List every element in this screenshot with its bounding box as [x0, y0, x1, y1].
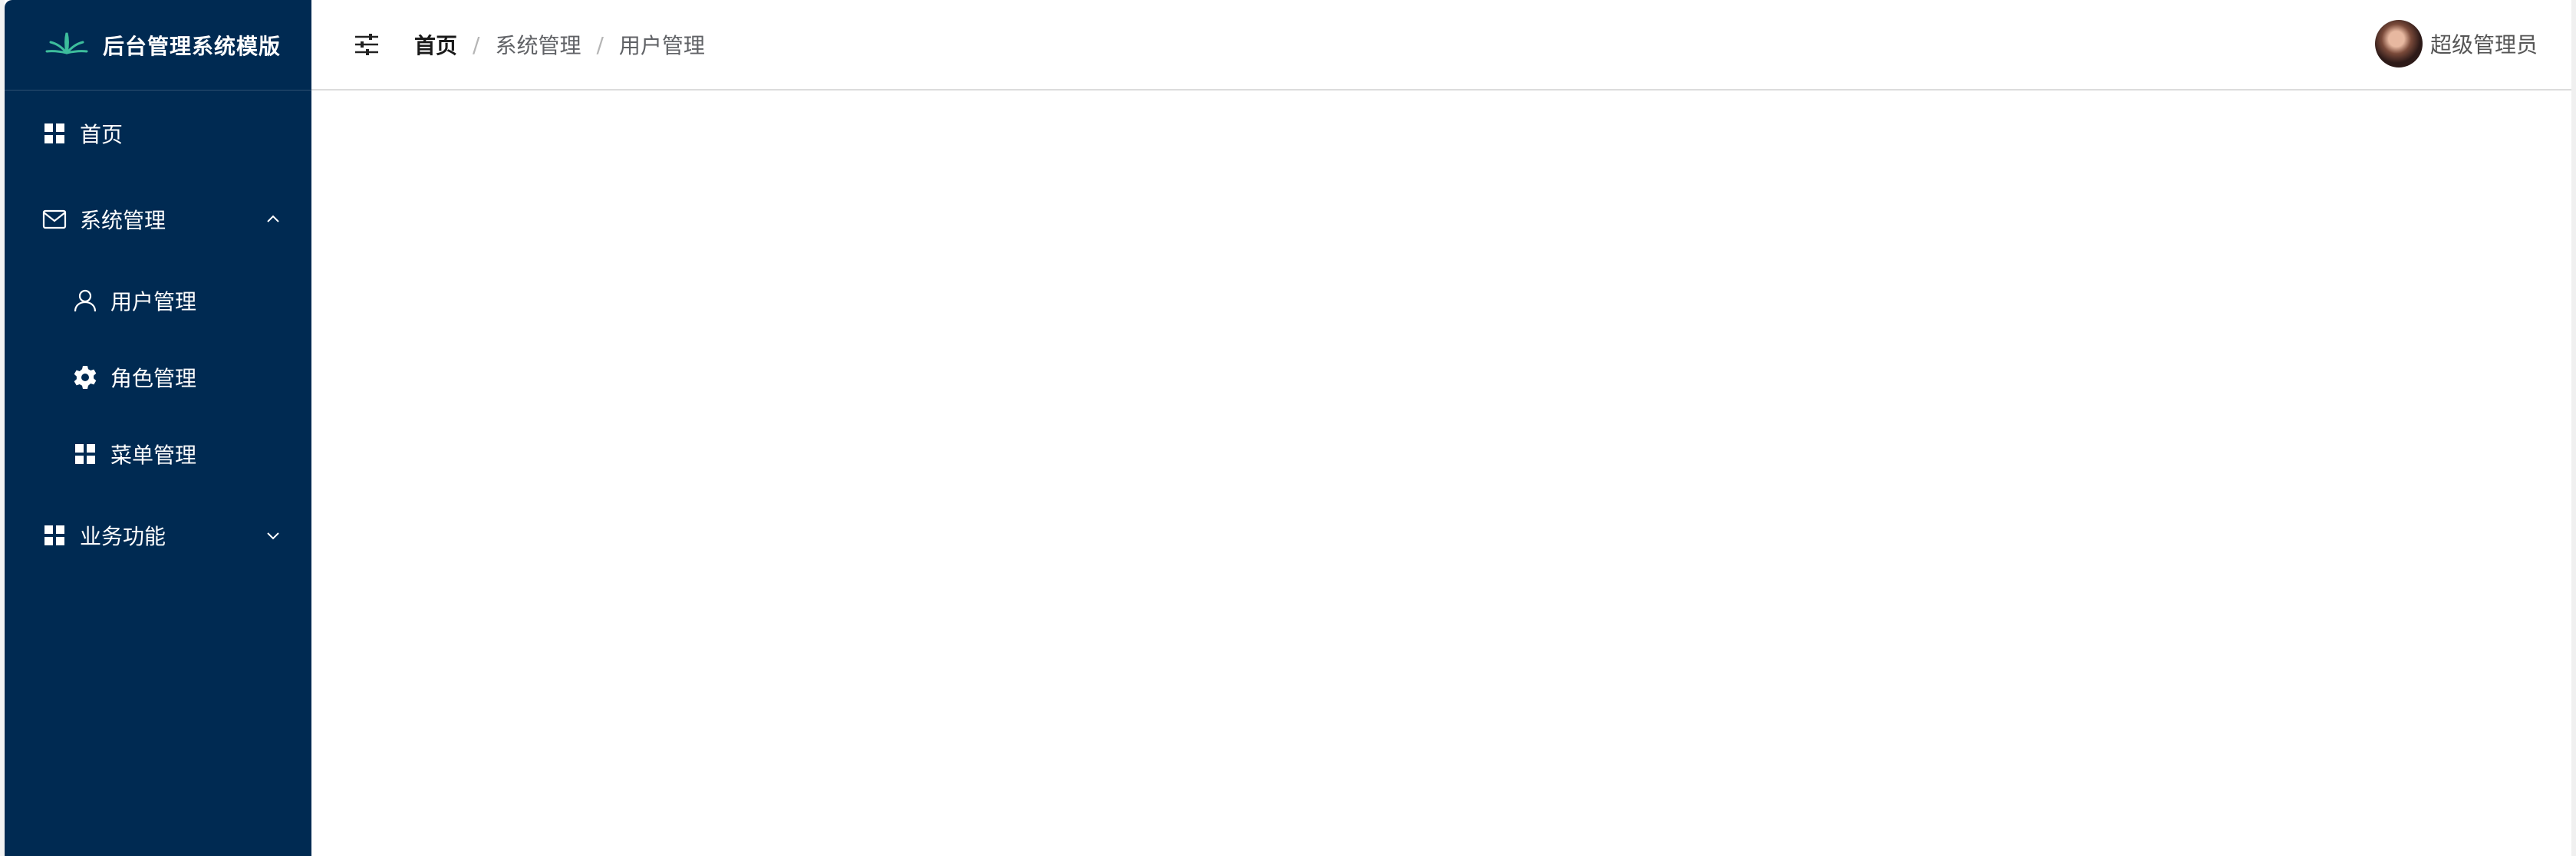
chevron-up-icon: [267, 215, 279, 222]
gear-icon: [72, 364, 98, 390]
breadcrumb-system[interactable]: 系统管理: [495, 29, 581, 60]
sidebar-item-home[interactable]: 首页: [5, 91, 311, 176]
sidebar-item-label: 系统管理: [80, 208, 166, 233]
sidebar-submenu-system: 用户管理 角色管理 菜单管理: [5, 262, 311, 492]
sidebar-item-menus[interactable]: 菜单管理: [5, 416, 311, 492]
user-menu[interactable]: 超级管理员: [2374, 20, 2538, 67]
breadcrumb-home[interactable]: 首页: [414, 29, 457, 60]
breadcrumb: 首页 / 系统管理 / 用户管理: [414, 29, 705, 60]
sidebar-menu: 首页 系统管理 用户管理 角色管理 菜单管理 业务功能: [5, 91, 311, 578]
brand[interactable]: 后台管理系统模版: [5, 0, 311, 91]
breadcrumb-users: 用户管理: [618, 33, 705, 58]
app-window: 后台管理系统模版 首页 系统管理 用户管理 角色管理 菜单管理 业务功能 首页 …: [0, 0, 2576, 856]
top-header: 首页 / 系统管理 / 用户管理 超级管理员: [311, 0, 2571, 91]
grid-icon: [72, 441, 98, 467]
sidebar-item-roles[interactable]: 角色管理: [5, 339, 311, 416]
avatar[interactable]: [2374, 20, 2423, 67]
user-icon: [72, 288, 98, 314]
lotus-icon: [45, 32, 88, 54]
mail-icon: [41, 206, 68, 232]
username: 超级管理员: [2429, 32, 2538, 58]
sidebar-item-users[interactable]: 用户管理: [5, 262, 311, 339]
sidebar: 后台管理系统模版 首页 系统管理 用户管理 角色管理 菜单管理 业务功能: [5, 0, 311, 856]
grid-icon: [41, 120, 68, 147]
sidebar-item-label: 菜单管理: [110, 443, 197, 468]
breadcrumb-separator: /: [473, 31, 480, 58]
sliders-icon: [355, 34, 378, 55]
chevron-down-icon: [267, 532, 279, 540]
main-content: [311, 91, 2571, 856]
sidebar-item-business[interactable]: 业务功能: [5, 492, 311, 578]
sidebar-item-label: 首页: [80, 122, 124, 147]
sidebar-item-label: 用户管理: [110, 289, 197, 314]
sidebar-toggle-button[interactable]: [350, 28, 384, 61]
right-edge: [2571, 0, 2576, 856]
sidebar-item-label: 角色管理: [110, 366, 197, 391]
brand-title: 后台管理系统模版: [103, 33, 282, 59]
grid-icon: [41, 522, 68, 548]
sidebar-item-label: 业务功能: [80, 524, 166, 549]
breadcrumb-separator: /: [596, 31, 604, 58]
sidebar-item-system[interactable]: 系统管理: [5, 176, 311, 262]
